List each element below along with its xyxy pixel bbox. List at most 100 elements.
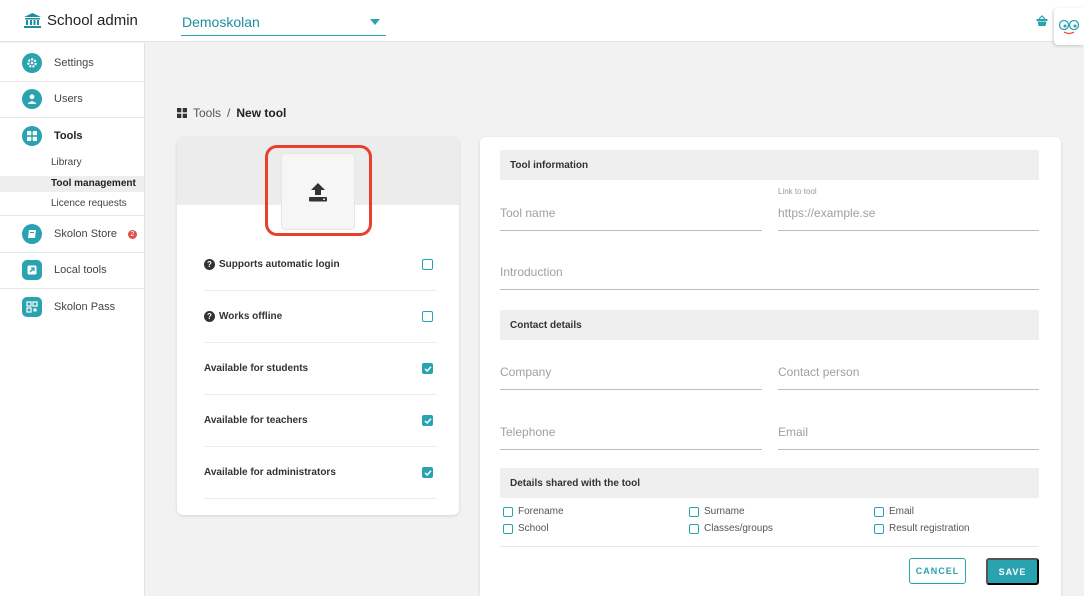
brand[interactable]: School admin	[24, 12, 138, 29]
sidebar-item-label: Local tools	[54, 264, 107, 276]
sidebar: Settings Users Tools Library Tool manage…	[0, 43, 145, 596]
checkbox-surname[interactable]	[689, 506, 699, 517]
book-icon	[22, 224, 42, 244]
grid-icon	[22, 126, 42, 146]
introduction-placeholder: Introduction	[500, 265, 563, 279]
sidebar-item-settings[interactable]: Settings	[0, 52, 144, 74]
check-icon	[423, 365, 432, 372]
sidebar-item-label: Users	[54, 93, 83, 105]
school-select[interactable]: Demoskolan	[181, 8, 386, 36]
share-email[interactable]: Email	[874, 506, 914, 517]
help-icon[interactable]: ?	[204, 311, 215, 322]
sidebar-item-tools[interactable]: Tools	[0, 125, 144, 147]
sidebar-subitem-licence-requests[interactable]: Licence requests	[51, 198, 127, 209]
caret-down-icon	[370, 18, 380, 25]
top-bar: School admin Demoskolan	[0, 0, 1084, 45]
section-tool-information: Tool information	[500, 150, 1039, 180]
sidebar-item-skolon-pass[interactable]: Skolon Pass	[0, 296, 144, 318]
sidebar-item-label: Skolon Pass	[54, 301, 116, 313]
share-classes-groups[interactable]: Classes/groups	[689, 523, 773, 534]
sidebar-item-label: Settings	[54, 57, 94, 69]
brand-title: School admin	[47, 12, 138, 29]
option-label: Available for students	[204, 363, 309, 374]
link-to-tool-field[interactable]: Link to tool https://example.se	[778, 187, 1039, 231]
upload-highlight-outline	[265, 145, 372, 236]
school-building-icon	[24, 13, 41, 28]
option-label: Available for administrators	[204, 467, 336, 478]
checkbox-teachers[interactable]	[422, 415, 433, 426]
sidebar-item-skolon-store[interactable]: Skolon Store 2	[0, 223, 144, 245]
option-available-for-teachers: Available for teachers	[204, 395, 437, 447]
grid-icon	[177, 108, 187, 118]
check-icon	[423, 417, 432, 424]
tool-form-panel: Tool information Tool name Link to tool …	[480, 137, 1061, 596]
checkbox-school[interactable]	[503, 523, 513, 534]
checkbox-administrators[interactable]	[422, 467, 433, 478]
checkbox-result-registration[interactable]	[874, 523, 884, 534]
checkbox-works-offline[interactable]	[422, 311, 433, 322]
sidebar-subitem-tool-management[interactable]: Tool management	[51, 178, 136, 189]
divider	[0, 81, 144, 82]
share-label: Classes/groups	[704, 523, 773, 534]
gear-icon	[22, 53, 42, 73]
share-surname[interactable]: Surname	[689, 506, 745, 517]
share-forename[interactable]: Forename	[503, 506, 564, 517]
user-icon	[22, 89, 42, 109]
introduction-field[interactable]: Introduction	[500, 255, 1039, 290]
checkbox-forename[interactable]	[503, 506, 513, 517]
option-available-for-administrators: Available for administrators	[204, 447, 437, 499]
option-label: Supports automatic login	[219, 259, 340, 270]
sidebar-item-users[interactable]: Users	[0, 88, 144, 110]
breadcrumb-separator: /	[227, 106, 231, 120]
email-field[interactable]: Email	[778, 415, 1039, 450]
share-school[interactable]: School	[503, 523, 549, 534]
link-to-tool-placeholder: https://example.se	[778, 206, 876, 220]
section-details-shared: Details shared with the tool	[500, 468, 1039, 498]
tool-name-placeholder: Tool name	[500, 206, 556, 220]
share-label: Forename	[518, 506, 564, 517]
divider	[0, 117, 144, 118]
email-placeholder: Email	[778, 425, 809, 439]
cancel-button[interactable]: CANCEL	[909, 558, 966, 584]
share-label: Result registration	[889, 523, 970, 534]
share-result-registration[interactable]: Result registration	[874, 523, 970, 534]
help-icon[interactable]: ?	[204, 259, 215, 270]
arrow-box-icon	[22, 260, 42, 280]
sidebar-subitem-library[interactable]: Library	[51, 157, 82, 168]
share-label: Surname	[704, 506, 745, 517]
divider	[0, 215, 144, 216]
telephone-field[interactable]: Telephone	[500, 415, 762, 450]
qr-icon	[22, 297, 42, 317]
divider	[0, 252, 144, 253]
sidebar-item-label: Tools	[54, 130, 83, 142]
save-button[interactable]: SAVE	[986, 558, 1039, 585]
notification-badge: 2	[127, 229, 137, 239]
school-select-value: Demoskolan	[182, 13, 260, 30]
company-placeholder: Company	[500, 365, 552, 379]
basket-icon[interactable]	[1036, 15, 1048, 30]
option-label: Works offline	[219, 311, 283, 322]
telephone-placeholder: Telephone	[500, 425, 556, 439]
checkbox-automatic-login[interactable]	[422, 259, 433, 270]
option-works-offline: ? Works offline	[204, 291, 437, 343]
tool-name-field[interactable]: Tool name	[500, 195, 762, 231]
divider	[500, 546, 1039, 547]
contact-person-field[interactable]: Contact person	[778, 355, 1039, 390]
assistant-eyes-icon[interactable]	[1054, 8, 1084, 45]
sidebar-item-label: Skolon Store	[54, 228, 117, 240]
option-supports-automatic-login: ? Supports automatic login	[204, 239, 437, 291]
checkbox-classes-groups[interactable]	[689, 523, 699, 534]
breadcrumb: Tools / New tool	[177, 106, 286, 120]
option-label: Available for teachers	[204, 415, 308, 426]
checkbox-email[interactable]	[874, 506, 884, 517]
option-available-for-students: Available for students	[204, 343, 437, 395]
check-icon	[423, 469, 432, 476]
checkbox-students[interactable]	[422, 363, 433, 374]
section-contact-details: Contact details	[500, 310, 1039, 340]
sidebar-item-local-tools[interactable]: Local tools	[0, 259, 144, 281]
contact-person-placeholder: Contact person	[778, 365, 860, 379]
breadcrumb-parent[interactable]: Tools	[193, 106, 221, 120]
share-label: Email	[889, 506, 915, 517]
company-field[interactable]: Company	[500, 355, 762, 390]
link-to-tool-label: Link to tool	[778, 187, 817, 196]
